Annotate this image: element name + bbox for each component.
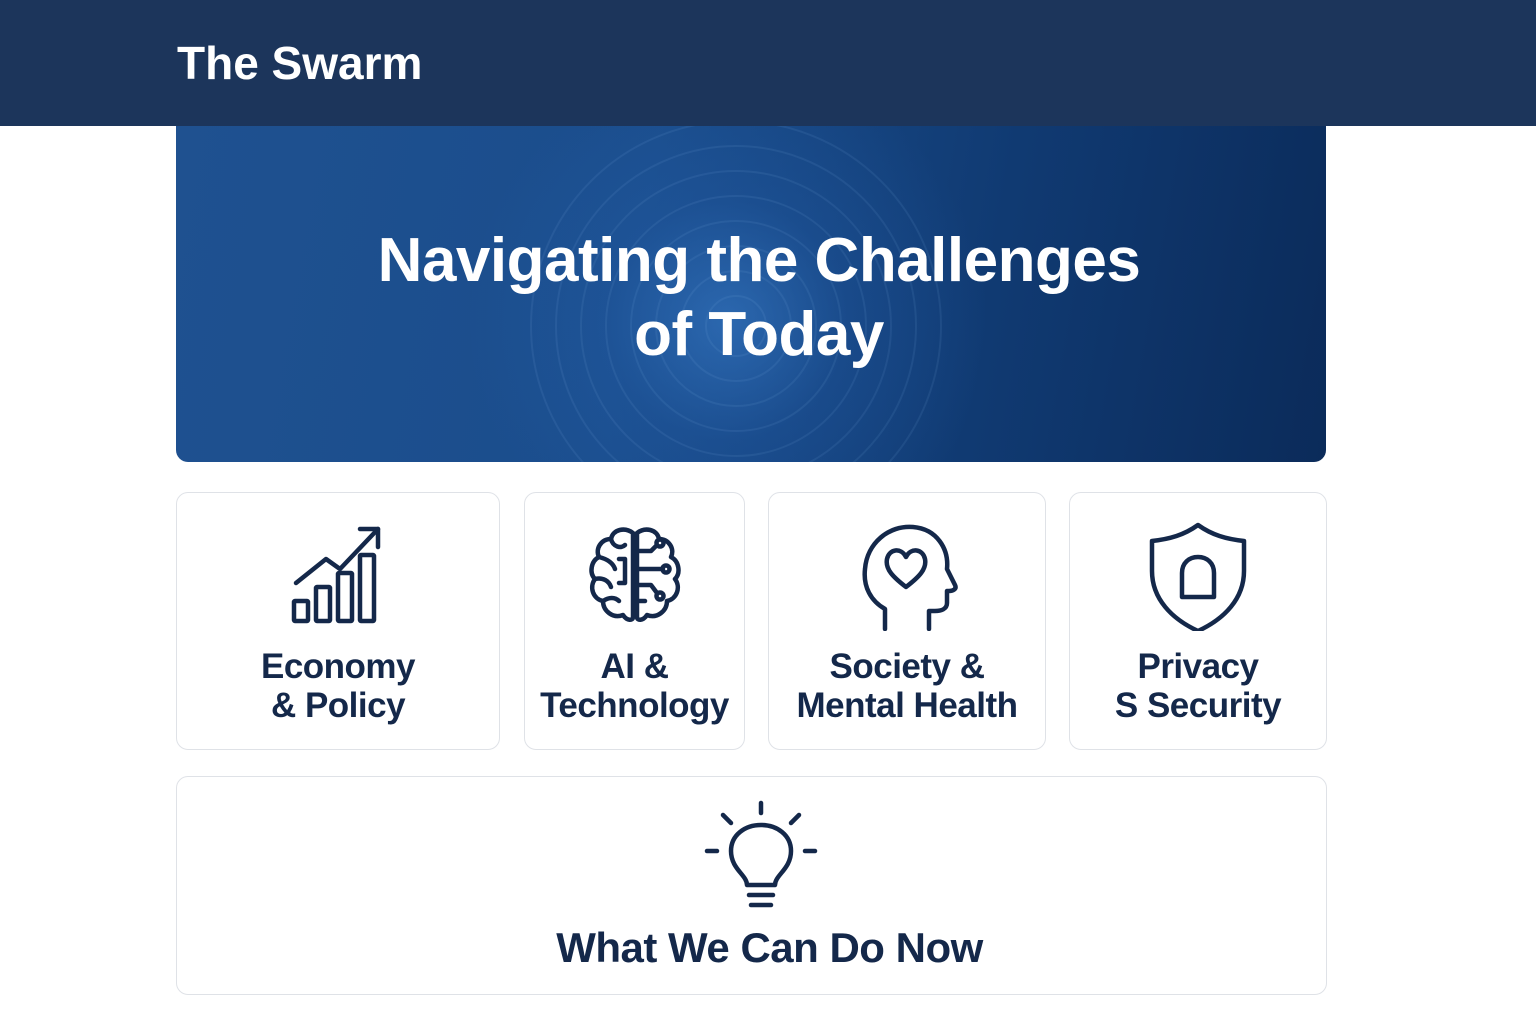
growth-chart-icon [291,526,381,624]
topic-card-label: Society & Mental Health [769,647,1045,725]
top-navigation-bar: The Swarm [0,0,1536,126]
hero-title: Navigating the Challenges of Today [176,224,1326,372]
shield-lock-icon [1149,522,1247,631]
topic-card-label-line: Privacy [1137,647,1259,686]
topic-card-economy-policy[interactable]: Economy & Policy [176,492,500,750]
topic-card-label-line: Economy [260,647,416,686]
hero-banner: Navigating the Challenges of Today [176,126,1326,462]
hero-title-line: Navigating the Challenges [377,226,1141,295]
hero-title-line: of Today [634,300,884,369]
topic-card-privacy-security[interactable]: Privacy S Security [1069,492,1327,750]
topic-card-society-mental-health[interactable]: Society & Mental Health [768,492,1046,750]
topic-card-label-line: Technology [540,686,729,725]
topic-card-label-line: & Policy [270,686,406,725]
topic-card-label-line: Mental Health [796,686,1018,725]
action-card-what-we-can-do[interactable]: What We Can Do Now [176,776,1327,995]
brain-circuit-icon [588,527,681,622]
action-card-label: What We Can Do Now [556,924,983,971]
topic-card-label: AI & Technology [525,647,744,725]
topic-card-label-line: Society & [829,647,986,686]
head-heart-icon [862,524,958,631]
topic-card-label: Economy & Policy [177,647,499,725]
lightbulb-icon [704,800,818,908]
site-logo-text[interactable]: The Swarm [177,36,422,90]
topic-card-label: Privacy S Security [1070,647,1326,725]
topic-card-label-line: AI & [600,647,670,686]
topic-card-ai-technology[interactable]: AI & Technology [524,492,745,750]
topic-card-label-line: S Security [1114,686,1282,725]
